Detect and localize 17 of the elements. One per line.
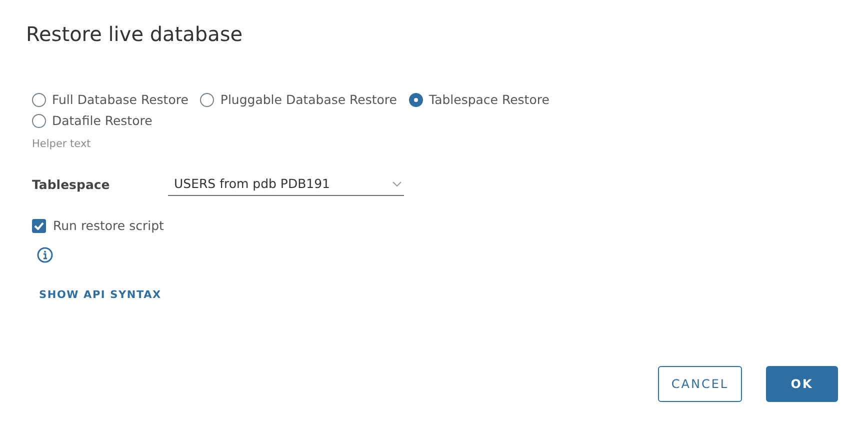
cancel-button[interactable]: CANCEL (658, 366, 742, 402)
chevron-down-icon (392, 180, 402, 186)
helper-text: Helper text (32, 138, 92, 150)
tablespace-select[interactable]: USERS from pdb PDB191 (168, 172, 404, 196)
radio-button[interactable] (32, 114, 46, 128)
field-label: Tablespace (32, 176, 111, 192)
radio-button[interactable] (32, 92, 46, 106)
radio-option[interactable]: Datafile Restore (32, 113, 152, 128)
checkbox[interactable] (32, 218, 46, 232)
dialog-title: Restore live database (26, 22, 244, 46)
radio-button[interactable] (409, 92, 423, 106)
ok-button[interactable]: OK (766, 366, 838, 402)
api-syntax-link[interactable]: SHOW API SYNTAX (39, 289, 162, 301)
radio-label: Datafile Restore (52, 113, 152, 128)
checkbox-label: Run restore script (53, 218, 164, 233)
info-icon[interactable] (37, 247, 53, 263)
radio-button[interactable] (200, 92, 214, 106)
